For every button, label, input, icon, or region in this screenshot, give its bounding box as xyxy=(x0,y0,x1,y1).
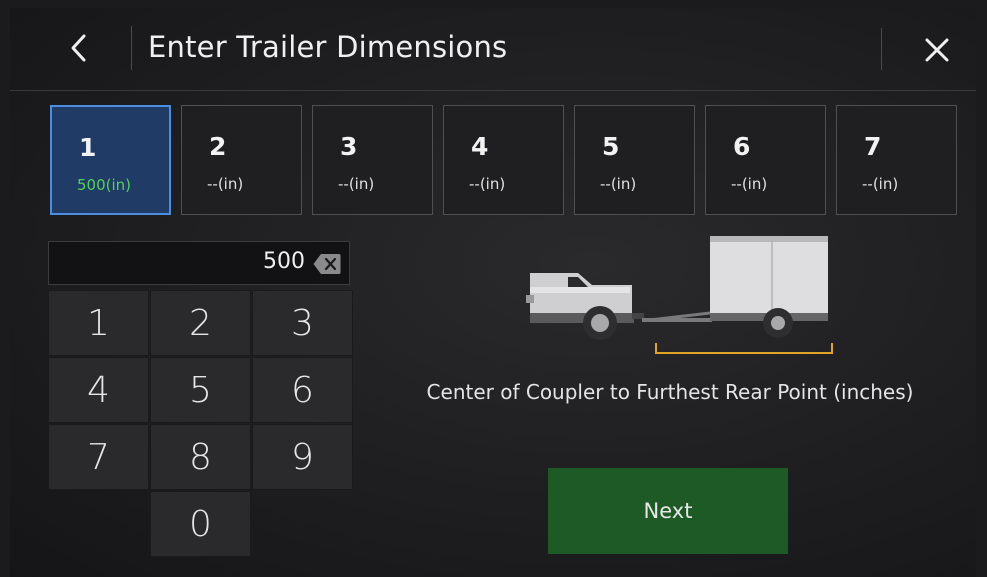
dimension-tab-7[interactable]: 7 --(in) xyxy=(836,105,957,215)
tab-value: --(in) xyxy=(600,175,637,193)
dimension-tab-1[interactable]: 1 500(in) xyxy=(50,105,171,215)
header-divider xyxy=(131,26,132,70)
tab-value: --(in) xyxy=(731,175,768,193)
dimension-entry-field[interactable]: 500 xyxy=(48,241,350,285)
close-icon xyxy=(925,38,949,62)
dimension-tab-5[interactable]: 5 --(in) xyxy=(574,105,695,215)
tab-number: 6 xyxy=(733,132,751,161)
tab-value: --(in) xyxy=(338,175,375,193)
dimension-tab-2[interactable]: 2 --(in) xyxy=(181,105,302,215)
measurement-description: Center of Coupler to Furthest Rear Point… xyxy=(426,380,914,404)
tab-value: --(in) xyxy=(469,175,506,193)
back-button[interactable] xyxy=(60,26,100,70)
tab-number: 4 xyxy=(471,132,489,161)
backspace-button[interactable] xyxy=(313,253,341,275)
header: Enter Trailer Dimensions xyxy=(10,8,976,91)
backspace-icon xyxy=(313,254,341,274)
tab-number: 5 xyxy=(602,132,620,161)
tab-value: 500(in) xyxy=(77,176,132,194)
keypad-key-7[interactable]: 7 xyxy=(48,424,149,490)
dimension-tabs: 1 500(in) 2 --(in) 3 --(in) 4 --(in) 5 -… xyxy=(50,105,962,217)
entry-value: 500 xyxy=(263,249,305,274)
header-divider xyxy=(881,28,882,70)
next-button[interactable]: Next xyxy=(548,468,788,554)
page-title: Enter Trailer Dimensions xyxy=(148,30,508,64)
keypad-key-3[interactable]: 3 xyxy=(252,290,353,356)
keypad-key-5[interactable]: 5 xyxy=(150,357,251,423)
tab-number: 3 xyxy=(340,132,358,161)
truck-trailer-illustration xyxy=(526,236,833,354)
close-button[interactable] xyxy=(915,28,959,72)
keypad-key-9[interactable]: 9 xyxy=(252,424,353,490)
tab-value: --(in) xyxy=(862,175,899,193)
trailer-dimensions-screen: Enter Trailer Dimensions 1 500(in) 2 --(… xyxy=(10,8,976,577)
keypad-key-8[interactable]: 8 xyxy=(150,424,251,490)
keypad-key-6[interactable]: 6 xyxy=(252,357,353,423)
tab-number: 2 xyxy=(209,132,227,161)
tab-number: 7 xyxy=(864,132,882,161)
keypad-key-4[interactable]: 4 xyxy=(48,357,149,423)
dimension-tab-6[interactable]: 6 --(in) xyxy=(705,105,826,215)
keypad-key-2[interactable]: 2 xyxy=(150,290,251,356)
dimension-tab-4[interactable]: 4 --(in) xyxy=(443,105,564,215)
tab-number: 1 xyxy=(79,133,97,162)
dimension-tab-3[interactable]: 3 --(in) xyxy=(312,105,433,215)
keypad-key-1[interactable]: 1 xyxy=(48,290,149,356)
tab-value: --(in) xyxy=(207,175,244,193)
keypad-key-0[interactable]: 0 xyxy=(150,491,251,557)
chevron-left-icon xyxy=(71,34,86,62)
